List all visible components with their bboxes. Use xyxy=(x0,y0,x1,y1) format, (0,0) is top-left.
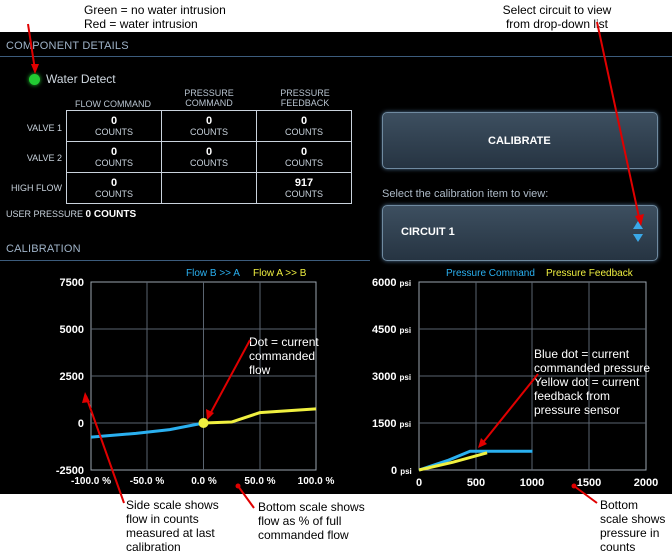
flow-legend-blue: Flow B >> A xyxy=(186,268,240,279)
pressure-x-tick: 1500 xyxy=(577,477,601,489)
flow-x-tick: 0.0 % xyxy=(191,476,217,487)
pressure-legend-yellow: Pressure Feedback xyxy=(546,268,634,279)
pressure-x-tick: 1000 xyxy=(520,477,544,489)
pressure-x-tick: 0 xyxy=(416,477,422,489)
flow-legend-yellow: Flow A >> B xyxy=(253,268,307,279)
flow-y-tick: 2500 xyxy=(60,371,84,383)
flow-y-tick: 7500 xyxy=(60,277,84,289)
bottom-scale-flow-annotation: Bottom scale shows flow as % of full com… xyxy=(258,500,365,542)
pressure-x-tick: 500 xyxy=(467,477,485,489)
pressure-legend-blue: Pressure Command xyxy=(446,268,535,279)
pressure-y-tick: 4500 psi xyxy=(372,324,411,336)
dot-current-annotation: Dot = current commanded flow xyxy=(249,335,319,377)
flow-x-tick: 100.0 % xyxy=(298,476,335,487)
pressure-feedback-series xyxy=(418,451,488,472)
side-scale-annotation: Side scale shows flow in counts measured… xyxy=(126,498,219,554)
flow-y-tick: 0 xyxy=(78,418,84,430)
pressure-y-tick: 0 psi xyxy=(391,465,412,477)
flow-x-tick: -50.0 % xyxy=(130,476,165,487)
flow-y-tick: 5000 xyxy=(60,324,84,336)
flow-chart: Flow B >> A Flow A >> B 7500 5000 2500 0… xyxy=(56,268,335,487)
flow-x-tick: 50.0 % xyxy=(244,476,275,487)
pressure-x-tick: 2000 xyxy=(634,477,658,489)
charts-overlay: Flow B >> A Flow A >> B 7500 5000 2500 0… xyxy=(27,21,658,509)
pressure-y-tick: 6000 psi xyxy=(372,277,411,289)
pressure-y-tick: 1500 psi xyxy=(372,418,411,430)
pressure-y-tick: 3000 psi xyxy=(372,371,411,383)
bottom-scale-pressure-annotation: Bottom scale shows pressure in counts xyxy=(600,498,666,554)
flow-x-tick: -100.0 % xyxy=(71,476,111,487)
blue-yellow-dot-annotation: Blue dot = current commanded pressure Yell… xyxy=(534,347,650,417)
